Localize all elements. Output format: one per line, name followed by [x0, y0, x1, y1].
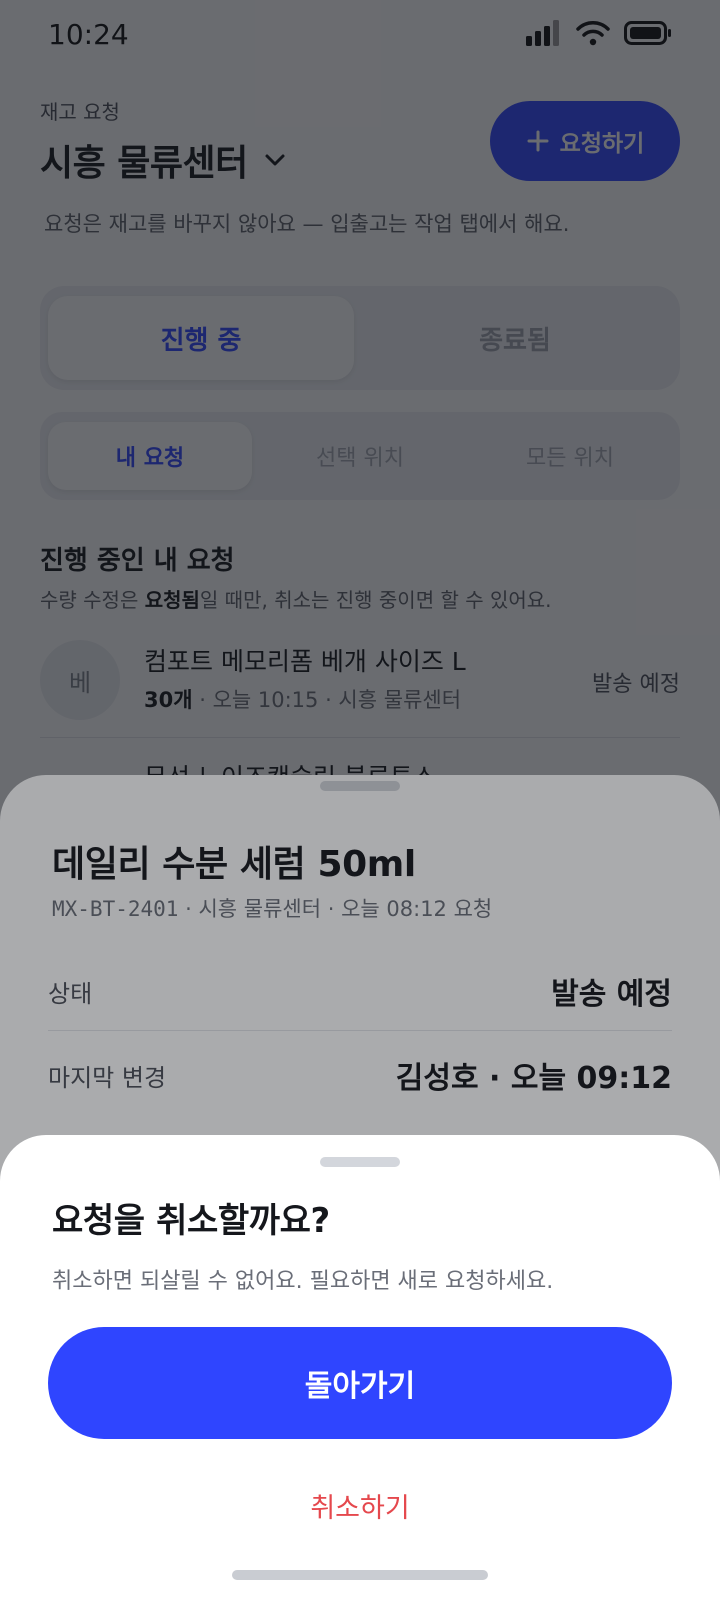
cancel-confirm-sheet: 요청을 취소할까요? 취소하면 되살릴 수 없어요. 필요하면 새로 요청하세요…	[0, 1135, 720, 1600]
confirm-description: 취소하면 되살릴 수 없어요. 필요하면 새로 요청하세요.	[52, 1269, 554, 1294]
sheet-grabber[interactable]	[320, 1157, 400, 1167]
home-indicator	[232, 1570, 488, 1580]
go-back-button[interactable]: 돌아가기	[48, 1327, 672, 1439]
cancel-request-button[interactable]: 취소하기	[260, 1475, 460, 1535]
confirm-title: 요청을 취소할까요?	[52, 1201, 330, 1241]
